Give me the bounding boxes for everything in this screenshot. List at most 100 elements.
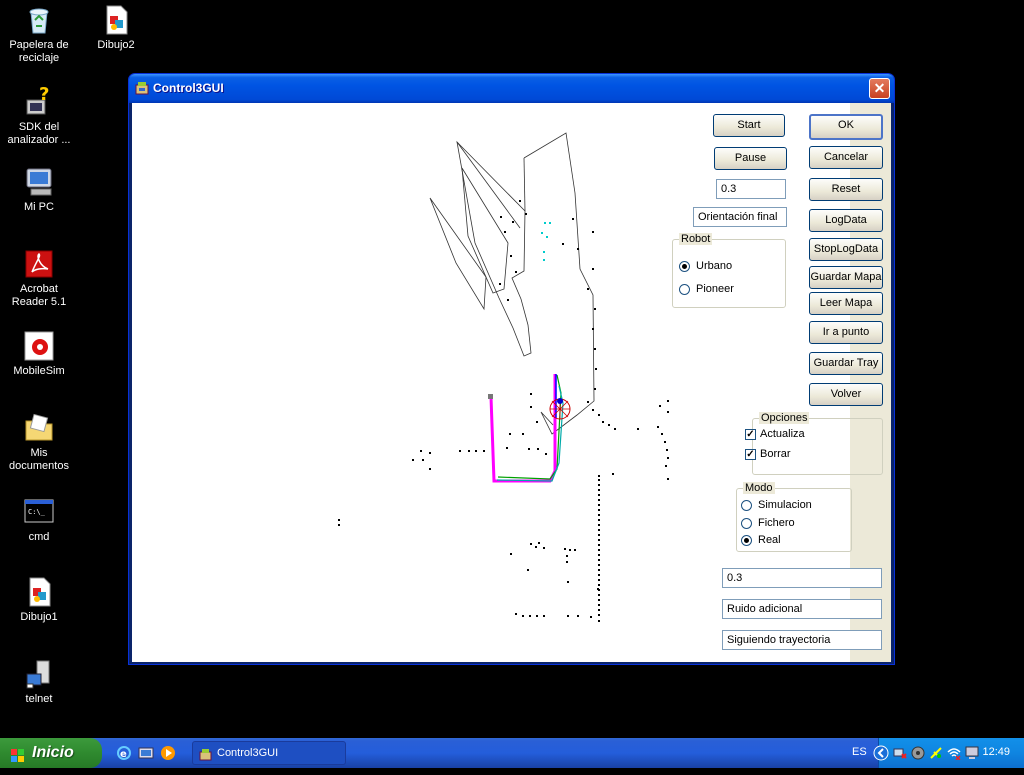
volver-button[interactable]: Volver — [809, 383, 883, 406]
window-client-area: Start Pause 0.3 Orientación final Robot … — [132, 103, 891, 662]
radio-fichero-indicator[interactable] — [741, 517, 752, 529]
language-indicator[interactable]: ES — [852, 746, 867, 758]
robot-group-label: Robot — [679, 233, 713, 245]
start-label: Inicio — [32, 744, 74, 761]
taskbar-item-label: Control3GUI — [217, 747, 279, 759]
reset-button[interactable]: Reset — [809, 178, 883, 201]
app-icon — [135, 81, 149, 95]
network-icon[interactable] — [893, 746, 907, 760]
leer-mapa-button[interactable]: Leer Mapa — [809, 292, 883, 315]
desktop-icon-mi-pc[interactable]: Mi PC — [1, 166, 77, 214]
title-bar[interactable]: Control3GUI ✕ — [129, 74, 894, 103]
ie-icon[interactable]: e — [116, 745, 132, 761]
status-field[interactable]: Siguiendo trayectoria — [722, 630, 882, 650]
desktop-icon-label: cmd — [28, 531, 50, 543]
radio-simulacion-label: Simulacion — [758, 499, 812, 511]
desktop-icon-label: Mis documentos — [9, 447, 69, 472]
desktop-icon-acrobat[interactable]: Acrobat Reader 5.1 — [1, 248, 77, 309]
checkbox-actualiza-box[interactable]: ✓ — [745, 428, 756, 440]
svg-text:C:\_: C:\_ — [28, 508, 46, 516]
app-icon — [199, 747, 212, 761]
desktop-icon-label: Mi PC — [24, 201, 54, 213]
checkbox-borrar-label: Borrar — [760, 448, 791, 460]
checkbox-actualiza-label: Actualiza — [760, 428, 805, 440]
radio-urbano-label: Urbano — [696, 260, 733, 272]
close-icon: ✕ — [873, 80, 886, 96]
folder-icon — [23, 412, 55, 444]
desktop-icon-label: Papelera de reciclaje — [9, 39, 69, 64]
ir-a-punto-button[interactable]: Ir a punto — [809, 321, 883, 344]
desktop-icon-mis-documentos[interactable]: Mis documentos — [1, 412, 77, 473]
computer-icon — [23, 166, 55, 198]
desktop-icon-label: Dibujo2 — [97, 39, 135, 51]
windows-logo-icon — [10, 745, 26, 762]
desktop-icon-label: SDK del analizador ... — [7, 121, 71, 146]
radio-urbano[interactable]: Urbano — [679, 260, 732, 272]
window-title: Control3GUI — [153, 81, 224, 95]
speaker-icon[interactable] — [911, 746, 925, 760]
start-marker — [488, 394, 493, 399]
trajectory-path — [489, 374, 564, 483]
desktop: Papelera de reciclaje Dibujo2 ? SDK del … — [0, 0, 1024, 738]
desktop-icon-dibujo2[interactable]: Dibujo2 — [78, 4, 154, 52]
safely-remove-icon[interactable] — [929, 746, 943, 760]
radio-real-indicator[interactable] — [741, 534, 752, 546]
radio-urbano-indicator[interactable] — [679, 260, 690, 272]
taskbar: Inicio e Control3GUI ES 12:49 — [0, 738, 1024, 768]
image-file-icon — [23, 576, 55, 608]
cyan-points — [541, 222, 551, 261]
guardar-tray-button[interactable]: Guardar Tray — [809, 352, 883, 375]
checkbox-borrar-box[interactable]: ✓ — [745, 448, 756, 460]
pause-button[interactable]: Pause — [714, 147, 787, 170]
radio-pioneer-label: Pioneer — [696, 283, 734, 295]
desktop-icon-cmd[interactable]: C:\_ cmd — [1, 496, 77, 544]
radio-pioneer-indicator[interactable] — [679, 283, 690, 295]
sdk-icon: ? — [23, 84, 55, 118]
taskbar-item-control3gui[interactable]: Control3GUI — [192, 741, 346, 765]
desktop-icon-mobilesim[interactable]: MobileSim — [1, 330, 77, 378]
desktop-icon-telnet[interactable]: telnet — [1, 658, 77, 706]
checkbox-actualiza[interactable]: ✓ Actualiza — [745, 428, 805, 440]
opciones-group: Opciones ✓ Actualiza ✓ Borrar — [745, 412, 883, 475]
app-window: Control3GUI ✕ Start Pause 0.3 Orientació… — [128, 73, 895, 665]
start-button[interactable]: Start — [713, 114, 785, 137]
value-input-top[interactable]: 0.3 — [716, 179, 786, 199]
media-player-icon[interactable] — [160, 745, 176, 761]
telnet-icon — [23, 658, 55, 690]
radio-simulacion[interactable]: Simulacion — [741, 499, 812, 511]
recycle-bin-icon — [23, 4, 55, 36]
desktop-icon-sdk[interactable]: ? SDK del analizador ... — [1, 84, 77, 147]
monitor-icon[interactable] — [965, 746, 979, 760]
value-input-bottom[interactable]: 0.3 — [722, 568, 882, 588]
modo-group-label: Modo — [743, 482, 775, 494]
cancelar-button[interactable]: Cancelar — [809, 146, 883, 169]
logdata-button[interactable]: LogData — [809, 209, 883, 232]
start-button[interactable]: Inicio — [0, 738, 102, 768]
show-desktop-icon[interactable] — [138, 745, 154, 761]
radio-pioneer[interactable]: Pioneer — [679, 283, 734, 295]
radio-real-label: Real — [758, 534, 781, 546]
radio-fichero[interactable]: Fichero — [741, 517, 795, 529]
wireless-icon[interactable] — [947, 746, 961, 761]
image-file-icon — [100, 4, 132, 36]
orientacion-final-input[interactable]: Orientación final — [693, 207, 787, 227]
mobilesim-icon — [23, 330, 55, 362]
desktop-icon-label: telnet — [25, 693, 53, 705]
guardar-mapa-button[interactable]: Guardar Mapa — [809, 266, 883, 289]
radio-fichero-label: Fichero — [758, 517, 795, 529]
radio-real[interactable]: Real — [741, 534, 781, 546]
stoplogdata-button[interactable]: StopLogData — [809, 238, 883, 261]
ok-button[interactable]: OK — [809, 114, 883, 140]
acrobat-icon — [23, 248, 55, 280]
laser-points — [338, 200, 669, 622]
desktop-icon-dibujo1[interactable]: Dibujo1 — [1, 576, 77, 624]
clock[interactable]: 12:49 — [982, 746, 1010, 758]
desktop-icon-label: Dibujo1 — [20, 611, 58, 623]
ruido-adicional-input[interactable]: Ruido adicional — [722, 599, 882, 619]
desktop-icon-recycle-bin[interactable]: Papelera de reciclaje — [1, 4, 77, 65]
radio-simulacion-indicator[interactable] — [741, 499, 752, 511]
chevron-left-icon[interactable] — [873, 745, 889, 761]
robot-group: Robot Urbano Pioneer — [672, 233, 786, 308]
checkbox-borrar[interactable]: ✓ Borrar — [745, 448, 791, 460]
close-button[interactable]: ✕ — [869, 78, 890, 99]
